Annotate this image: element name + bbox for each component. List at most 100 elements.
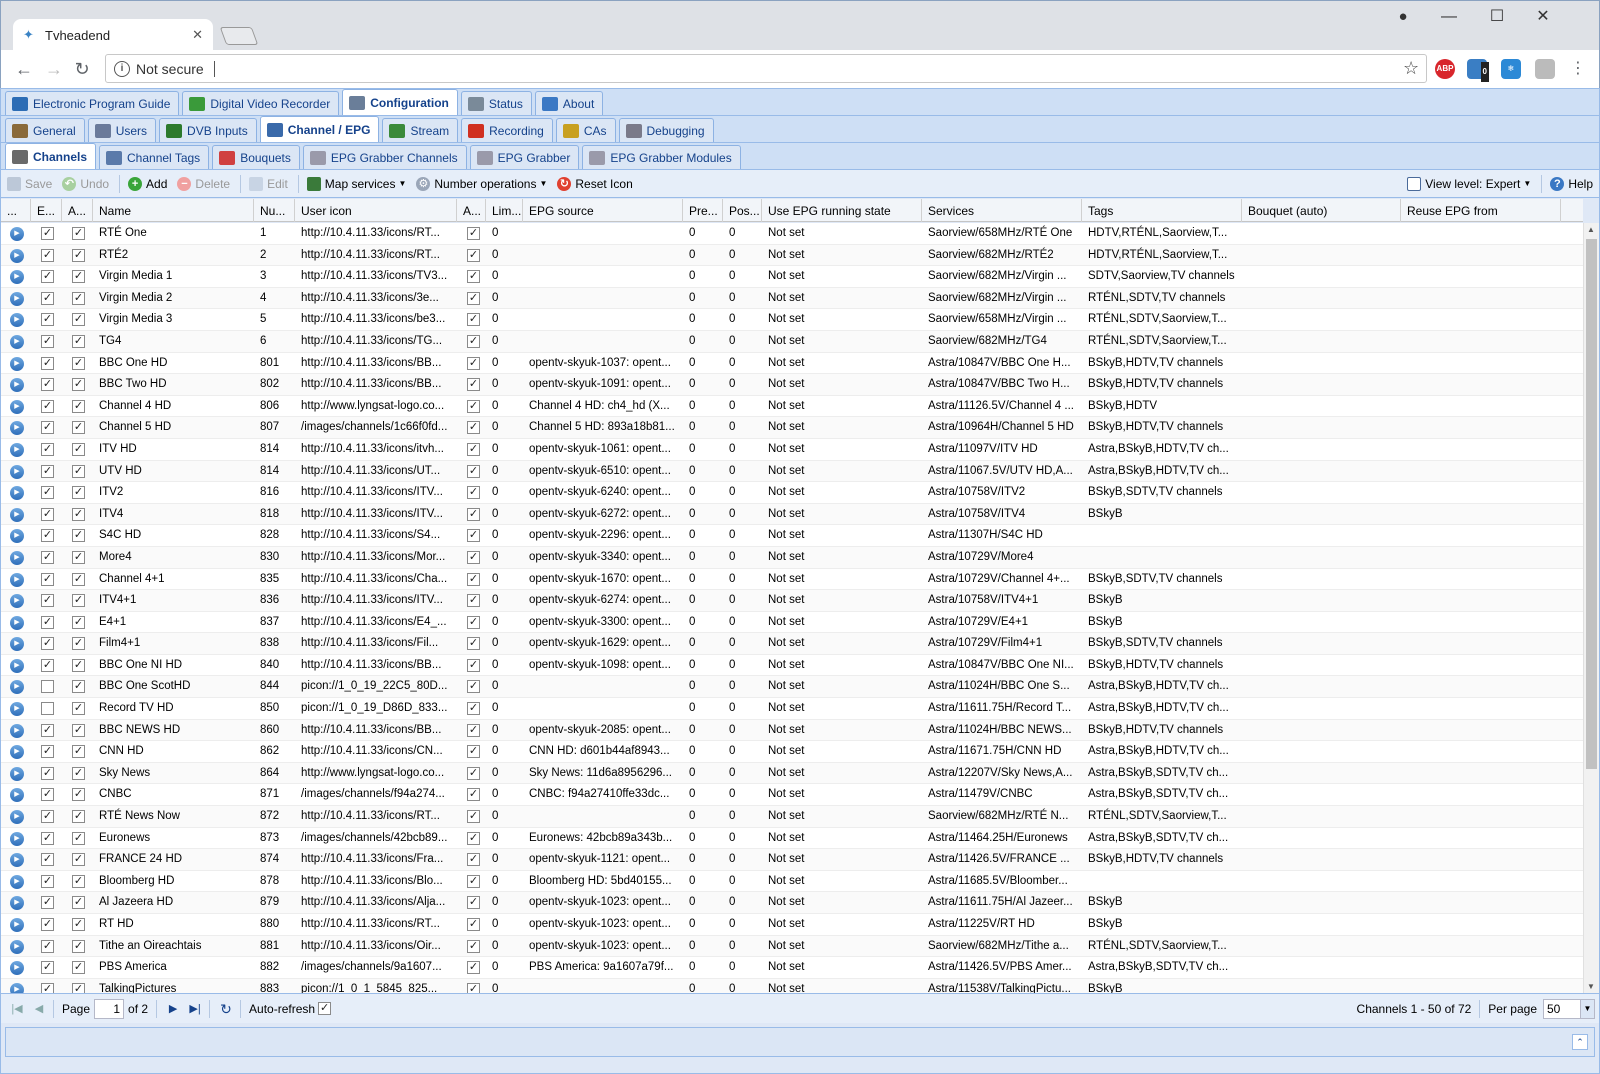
auto-epg-checkbox[interactable]: ✓ [467, 421, 480, 435]
minimize-icon[interactable]: — [1437, 7, 1461, 27]
automap-checkbox[interactable]: ✓ [72, 766, 85, 780]
auto-epg-checkbox[interactable]: ✓ [467, 550, 480, 564]
play-icon[interactable]: ▶ [10, 594, 24, 609]
tab-users[interactable]: Users [87, 118, 157, 142]
enabled-checkbox[interactable]: ✓ [41, 853, 54, 867]
enabled-checkbox[interactable]: ✓ [41, 529, 54, 543]
auto-epg-checkbox[interactable]: ✓ [467, 680, 480, 694]
play-icon[interactable]: ▶ [10, 313, 24, 328]
auto-epg-checkbox[interactable]: ✓ [467, 529, 480, 543]
column-header-epg-source[interactable]: EPG source [523, 199, 683, 222]
enabled-checkbox[interactable]: ✓ [41, 291, 54, 305]
auto-epg-checkbox[interactable]: ✓ [467, 658, 480, 672]
automap-checkbox[interactable]: ✓ [72, 507, 85, 521]
automap-checkbox[interactable]: ✓ [72, 486, 85, 500]
automap-checkbox[interactable]: ✓ [72, 421, 85, 435]
enabled-checkbox[interactable]: ✓ [41, 227, 54, 240]
next-page-icon[interactable]: ▶ [165, 1001, 181, 1017]
tab-epg-grabber[interactable]: EPG Grabber [469, 145, 580, 169]
play-icon[interactable]: ▶ [10, 766, 24, 781]
column-header-bouquet-auto[interactable]: Bouquet (auto) [1242, 199, 1401, 222]
table-row[interactable]: ▶ ✓ ✓ TG4 6 http://10.4.11.33/icons/TG... ✓ 0 0 0… [1, 330, 1583, 353]
view-level-button[interactable]: View level: Expert ▼ [1407, 176, 1531, 191]
table-row[interactable]: ▶ ✓ ✓ More4 830 http://10.4.11.33/icons/Mor..… [1, 546, 1583, 569]
automap-checkbox[interactable]: ✓ [72, 270, 85, 284]
automap-checkbox[interactable]: ✓ [72, 874, 85, 888]
play-icon[interactable]: ▶ [10, 486, 24, 501]
auto-epg-checkbox[interactable]: ✓ [467, 313, 480, 327]
table-row[interactable]: ▶ ✓ ✓ BBC Two HD 802 http://10.4.11.33/icons/… [1, 374, 1583, 396]
auto-epg-checkbox[interactable]: ✓ [467, 227, 480, 240]
close-tab-icon[interactable]: ✕ [192, 27, 203, 43]
automap-checkbox[interactable]: ✓ [72, 442, 85, 456]
prev-page-icon[interactable]: ◀ [31, 1001, 47, 1017]
enabled-checkbox[interactable]: ✓ [41, 421, 54, 435]
play-icon[interactable]: ▶ [10, 227, 24, 241]
play-icon[interactable]: ▶ [10, 248, 24, 263]
column-header-tags[interactable]: Tags [1082, 199, 1242, 222]
enabled-checkbox[interactable]: ✓ [41, 831, 54, 845]
table-row[interactable]: ▶ ✓ ✓ CNBC 871/images/channels/f94a274... ✓ 0 C… [1, 784, 1583, 807]
edit-button[interactable]: Edit [249, 176, 288, 191]
table-row[interactable]: ▶ ✓ ✓ CNN HD 862 http://10.4.11.33/icons/CN..… [1, 741, 1583, 763]
automap-checkbox[interactable]: ✓ [72, 356, 85, 370]
auto-epg-checkbox[interactable]: ✓ [467, 572, 480, 586]
auto-epg-checkbox[interactable]: ✓ [467, 486, 480, 500]
tab-debugging[interactable]: Debugging [618, 118, 714, 142]
map-services-button[interactable]: Map services ▼ [306, 176, 406, 191]
tab-stream[interactable]: Stream [382, 118, 459, 142]
adblock-plus-icon[interactable]: ABP [1435, 59, 1455, 79]
help-button[interactable]: ? Help [1550, 176, 1593, 191]
auto-epg-checkbox[interactable]: ✓ [467, 961, 480, 975]
automap-checkbox[interactable]: ✓ [72, 464, 85, 478]
table-row[interactable]: ▶ ✓ ✓ Bloomberg HD 878 http://10.4.11.33/icon… [1, 871, 1583, 893]
tab-general[interactable]: General [5, 118, 85, 142]
play-icon[interactable]: ▶ [10, 723, 24, 738]
tab-epg-grabber-modules[interactable]: EPG Grabber Modules [582, 145, 741, 169]
browser-menu-icon[interactable]: ⋮ [1567, 58, 1589, 80]
first-page-icon[interactable]: |◀ [9, 1001, 25, 1017]
automap-checkbox[interactable]: ✓ [72, 939, 85, 953]
automap-checkbox[interactable]: ✓ [72, 658, 85, 672]
table-row[interactable]: ▶ ✓ ✓ S4C HD 828 http://10.4.11.33/icons/S4..… [1, 525, 1583, 547]
vertical-scrollbar[interactable]: ▲ ▼ [1583, 223, 1599, 993]
enabled-checkbox[interactable]: ✓ [41, 356, 54, 370]
play-icon[interactable]: ▶ [10, 853, 24, 868]
auto-epg-checkbox[interactable]: ✓ [467, 831, 480, 845]
auto-epg-checkbox[interactable]: ✓ [467, 766, 480, 780]
enabled-checkbox[interactable]: ✓ [41, 745, 54, 759]
snowflake-extension-icon[interactable]: ❄ [1501, 59, 1521, 79]
play-icon[interactable]: ▶ [10, 399, 24, 414]
table-row[interactable]: ▶ ✓ ✓ BBC NEWS HD 860 http://10.4.11.33/icons… [1, 719, 1583, 742]
play-icon[interactable]: ▶ [10, 961, 24, 976]
page-number-input[interactable]: 1 [94, 998, 125, 1019]
column-header-reuse-epg-from[interactable]: Reuse EPG from [1401, 199, 1561, 222]
play-icon[interactable]: ▶ [10, 615, 24, 630]
tab-channels[interactable]: Channels [5, 143, 97, 169]
column-header-pos[interactable]: Pos... [723, 199, 762, 222]
auto-epg-checkbox[interactable]: ✓ [467, 939, 480, 953]
automap-checkbox[interactable]: ✓ [72, 378, 85, 392]
table-row[interactable]: ▶ ✓ ✓ RTÉ One 1 http://10.4.11.33/icons/RT...… [1, 223, 1583, 245]
tab-dvb-inputs[interactable]: DVB Inputs [159, 118, 257, 142]
play-icon[interactable]: ▶ [10, 658, 24, 673]
undo-button[interactable]: ↶ Undo [62, 176, 109, 191]
table-row[interactable]: ▶ ✓ ✓ Virgin Media 3 5 http://10.4.11.33/icon… [1, 309, 1583, 331]
enabled-checkbox[interactable]: ✓ [41, 982, 54, 993]
auto-epg-checkbox[interactable]: ✓ [467, 853, 480, 867]
column-header-nu[interactable]: Nu... [254, 199, 295, 222]
automap-checkbox[interactable]: ✓ [72, 572, 85, 586]
play-icon[interactable]: ▶ [10, 745, 24, 760]
auto-epg-checkbox[interactable]: ✓ [467, 637, 480, 651]
play-icon[interactable]: ▶ [10, 896, 24, 911]
maximize-icon[interactable]: ☐ [1485, 7, 1509, 27]
enabled-checkbox[interactable]: ✓ [41, 939, 54, 953]
add-button[interactable]: + Add [128, 176, 167, 191]
table-row[interactable]: ▶ ✓ ✓ UTV HD 814 http://10.4.11.33/icons/UT..… [1, 460, 1583, 483]
table-row[interactable]: ▶ ✓ ✓ RTÉ News Now 872 http://10.4.11.33/icon… [1, 806, 1583, 828]
table-row[interactable]: ▶ ✓ ✓ ITV4 818 http://10.4.11.33/icons/ITV...… [1, 503, 1583, 526]
automap-checkbox[interactable]: ✓ [72, 961, 85, 975]
table-row[interactable]: ▶ ✓ ✓ RT HD 880 http://10.4.11.33/icons/RT...… [1, 914, 1583, 936]
tab-configuration[interactable]: Configuration [342, 89, 458, 115]
automap-checkbox[interactable]: ✓ [72, 702, 85, 716]
